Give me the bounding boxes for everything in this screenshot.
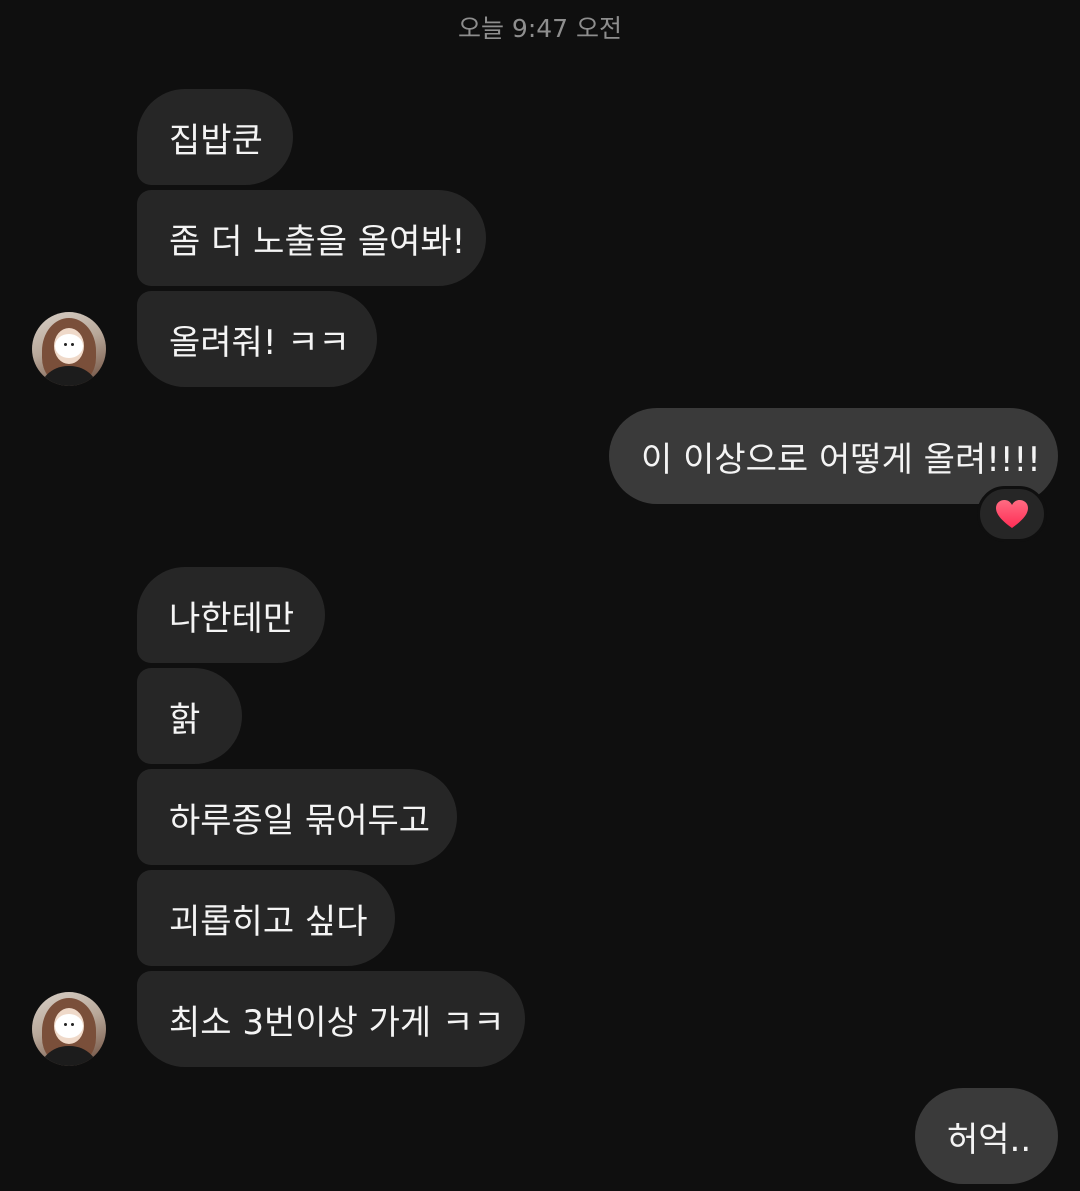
message-bubble-incoming[interactable]: 괴롭히고 싶다 xyxy=(137,870,395,966)
message-text: 이 이상으로 어떻게 올려!!!! xyxy=(641,439,1041,480)
sender-avatar[interactable] xyxy=(32,312,106,386)
message-text: 좀 더 노출을 올여봐! xyxy=(169,221,466,262)
sender-avatar[interactable] xyxy=(32,992,106,1066)
message-bubble-incoming[interactable]: 나한테만 xyxy=(137,567,325,663)
message-bubble-incoming[interactable]: 올려줘! ㅋㅋ xyxy=(137,291,377,387)
message-text: 나한테만 xyxy=(169,598,295,639)
message-reaction[interactable] xyxy=(977,486,1047,542)
face-sticker-icon xyxy=(55,334,83,358)
message-bubble-incoming[interactable]: 좀 더 노출을 올여봐! xyxy=(137,190,486,286)
message-bubble-incoming[interactable]: 핡 xyxy=(137,668,242,764)
message-bubble-incoming[interactable]: 집밥쿤 xyxy=(137,89,293,185)
message-bubble-incoming[interactable]: 하루종일 묶어두고 xyxy=(137,769,457,865)
message-text: 집밥쿤 xyxy=(169,120,263,161)
bottom-edge xyxy=(0,1186,1080,1191)
message-bubble-incoming[interactable]: 최소 3번이상 가게 ㅋㅋ xyxy=(137,971,525,1067)
message-text: 허억.. xyxy=(947,1119,1032,1160)
message-text: 괴롭히고 싶다 xyxy=(169,901,368,942)
message-text: 최소 3번이상 가게 ㅋㅋ xyxy=(169,1002,505,1043)
face-sticker-icon xyxy=(55,1014,83,1038)
message-text: 하루종일 묶어두고 xyxy=(169,800,431,841)
message-text: 올려줘! ㅋㅋ xyxy=(169,322,350,363)
heart-icon xyxy=(996,500,1028,528)
message-bubble-outgoing[interactable]: 허억.. xyxy=(915,1088,1058,1184)
timestamp-header: 오늘 9:47 오전 xyxy=(457,14,623,43)
message-text: 핡 xyxy=(169,699,201,740)
